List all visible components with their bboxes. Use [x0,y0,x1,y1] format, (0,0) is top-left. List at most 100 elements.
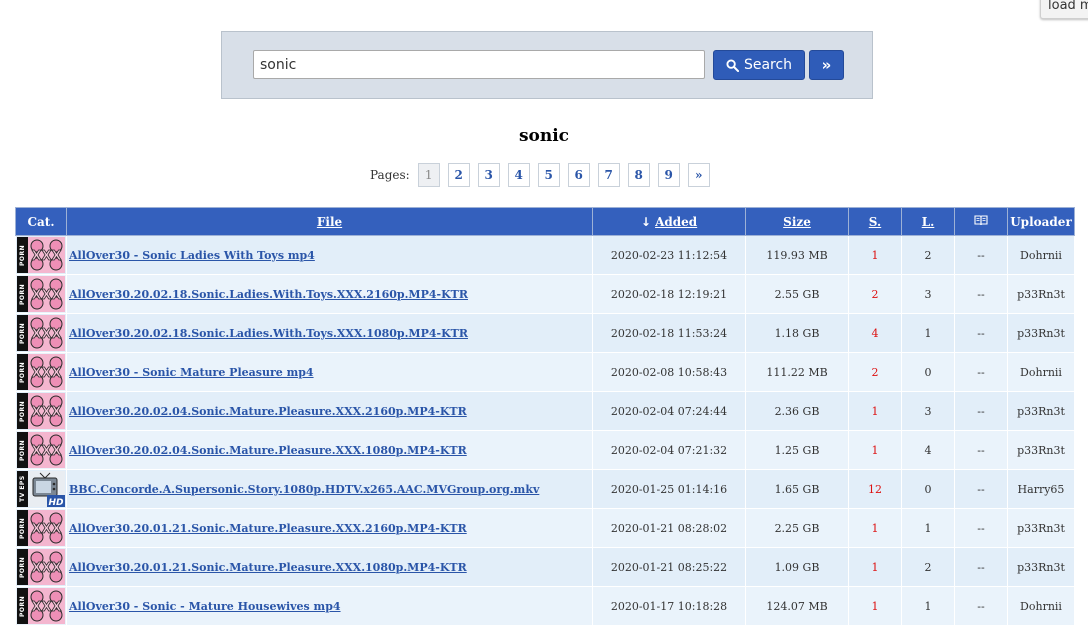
category-cell[interactable]: PORN XXX [15,430,67,470]
added-cell: 2020-02-08 10:58:43 [592,352,746,392]
file-cell: AllOver30 - Sonic - Mature Housewives mp… [66,586,593,626]
torrent-link[interactable]: AllOver30.20.02.04.Sonic.Mature.Pleasure… [69,444,467,457]
torrent-link[interactable]: AllOver30.20.02.18.Sonic.Ladies.With.Toy… [69,288,468,301]
seeders-cell: 1 [848,430,902,470]
torrent-link[interactable]: BBC.Concorde.A.Supersonic.Story.1080p.HD… [69,483,539,496]
added-cell: 2020-01-25 01:14:16 [592,469,746,509]
sort-by-file-link[interactable]: File [317,215,342,229]
leechers-cell: 4 [901,430,955,470]
table-row: PORN XXX AllOver30.20.02.04.Sonic.Mature.P… [15,391,1075,431]
category-label: PORN [17,549,28,585]
comments-cell: -- [954,313,1008,353]
sort-by-added-link[interactable]: Added [655,215,697,229]
seeders-cell: 1 [848,235,902,275]
next-page-link[interactable]: » [687,163,710,187]
category-link[interactable]: PORN XXX [17,276,65,312]
results-table: Cat. File ↓ Added Size S. L. Uploader PO… [15,207,1075,626]
category-link[interactable]: PORN XXX [17,432,65,468]
search-button[interactable]: Search [713,50,805,80]
xxx-icon: XXX [28,237,65,273]
category-cell[interactable]: PORN XXX [15,508,67,548]
seeders-cell: 1 [848,391,902,431]
sort-by-seeders-link[interactable]: S. [869,215,881,229]
column-header-file[interactable]: File [66,207,593,236]
category-cell[interactable]: PORN XXX [15,313,67,353]
category-cell[interactable]: PORN XXX [15,352,67,392]
category-cell[interactable]: PORN XXX [15,235,67,275]
torrent-link[interactable]: AllOver30 - Sonic - Mature Housewives mp… [69,600,341,613]
category-link[interactable]: PORN XXX [17,315,65,351]
page-link[interactable]: 8 [627,163,650,187]
torrent-link[interactable]: AllOver30.20.01.21.Sonic.Mature.Pleasure… [69,522,467,535]
uploader-cell: p33Rn3t [1007,313,1075,353]
category-cell[interactable]: PORN XXX [15,586,67,626]
page-link[interactable]: 3 [477,163,500,187]
search-panel: Search » [221,31,873,99]
category-label: PORN [17,276,28,312]
seeders-cell: 1 [848,586,902,626]
torrent-link[interactable]: AllOver30 - Sonic Mature Pleasure mp4 [69,366,314,379]
category-link[interactable]: PORN XXX [17,510,65,546]
size-cell: 2.55 GB [745,274,849,314]
sort-by-leechers-link[interactable]: L. [922,215,935,229]
seeders-cell: 2 [848,274,902,314]
page-link[interactable]: 7 [597,163,620,187]
uploader-cell: Dohrnii [1007,586,1075,626]
xxx-icon: XXX [28,432,65,468]
xxx-icon: XXX [28,354,65,390]
leechers-cell: 1 [901,313,955,353]
category-cell[interactable]: PORN XXX [15,274,67,314]
column-header-leechers[interactable]: L. [901,207,955,236]
file-cell: AllOver30.20.02.18.Sonic.Ladies.With.Toy… [66,313,593,353]
category-label: PORN [17,432,28,468]
advanced-search-button[interactable]: » [809,50,844,80]
table-header-row: Cat. File ↓ Added Size S. L. Uploader [15,207,1075,236]
added-cell: 2020-02-18 12:19:21 [592,274,746,314]
category-link[interactable]: PORN XXX [17,393,65,429]
category-link[interactable]: PORN XXX [17,237,65,273]
category-cell[interactable]: PORN XXX [15,391,67,431]
category-link[interactable]: TV EPS HD [17,471,65,507]
xxx-icon: XXX [28,393,65,429]
xxx-icon: XXX [28,315,65,351]
category-label: PORN [17,237,28,273]
page-link[interactable]: 4 [507,163,530,187]
category-link[interactable]: PORN XXX [17,549,65,585]
column-header-seeders[interactable]: S. [848,207,902,236]
torrent-link[interactable]: AllOver30.20.01.21.Sonic.Mature.Pleasure… [69,561,467,574]
leechers-cell: 0 [901,469,955,509]
page-link[interactable]: 6 [567,163,590,187]
page-link[interactable]: 2 [447,163,470,187]
svg-text:XXX: XXX [31,366,61,381]
page-link[interactable]: 5 [537,163,560,187]
category-link[interactable]: PORN XXX [17,588,65,624]
file-cell: AllOver30.20.01.21.Sonic.Mature.Pleasure… [66,508,593,548]
category-cell[interactable]: PORN XXX [15,547,67,587]
category-label: TV EPS [17,471,28,507]
load-more-button[interactable]: load more [1040,0,1088,19]
uploader-cell: p33Rn3t [1007,274,1075,314]
size-cell: 124.07 MB [745,586,849,626]
xxx-icon: XXX [28,510,65,546]
search-input[interactable] [253,50,705,79]
torrent-link[interactable]: AllOver30.20.02.18.Sonic.Ladies.With.Toy… [69,327,468,340]
column-header-size[interactable]: Size [745,207,849,236]
size-cell: 111.22 MB [745,352,849,392]
column-header-comments [954,207,1008,236]
leechers-cell: 2 [901,547,955,587]
uploader-cell: Harry65 [1007,469,1075,509]
torrent-link[interactable]: AllOver30 - Sonic Ladies With Toys mp4 [69,249,315,262]
torrent-link[interactable]: AllOver30.20.02.04.Sonic.Mature.Pleasure… [69,405,467,418]
column-header-added[interactable]: ↓ Added [592,207,746,236]
category-link[interactable]: PORN XXX [17,354,65,390]
comments-cell: -- [954,352,1008,392]
category-cell[interactable]: TV EPS HD [15,469,67,509]
page-link[interactable]: 9 [657,163,680,187]
comments-cell: -- [954,469,1008,509]
search-button-label: Search [743,57,793,73]
comments-cell: -- [954,508,1008,548]
added-cell: 2020-02-18 11:53:24 [592,313,746,353]
file-cell: AllOver30.20.02.04.Sonic.Mature.Pleasure… [66,430,593,470]
sort-by-size-link[interactable]: Size [783,215,811,229]
file-cell: BBC.Concorde.A.Supersonic.Story.1080p.HD… [66,469,593,509]
